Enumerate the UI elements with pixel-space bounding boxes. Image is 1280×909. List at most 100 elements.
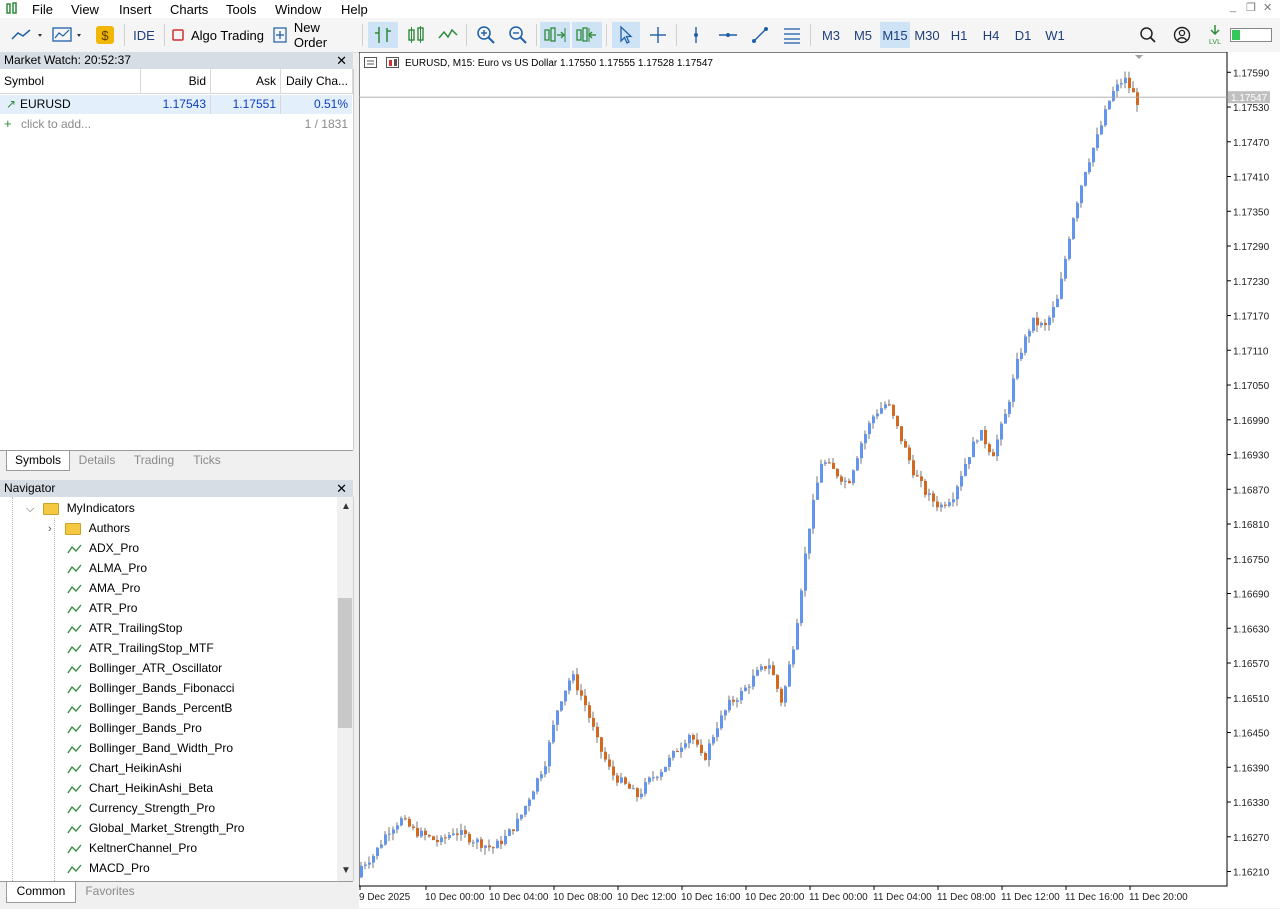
list-item[interactable]: Bollinger_Band_Width_Pro [66, 738, 233, 758]
menu-file[interactable]: File [32, 2, 53, 17]
menu-window[interactable]: Window [275, 2, 321, 17]
tab-common[interactable]: Common [6, 882, 76, 903]
candlestick-chart-button[interactable] [402, 22, 430, 48]
timeframe-m15[interactable]: M15 [880, 22, 910, 48]
list-item[interactable]: AMA_Pro [66, 578, 140, 598]
timeframe-d1[interactable]: D1 [1008, 22, 1038, 48]
menu-charts[interactable]: Charts [170, 2, 208, 17]
column-header-symbol[interactable]: Symbol [0, 69, 141, 94]
column-header-daily-change[interactable]: Daily Cha... [281, 69, 353, 94]
indicator-label: Chart_HeikinAshi_Beta [89, 781, 214, 795]
timeframe-h1[interactable]: H1 [944, 22, 974, 48]
bull-candle [420, 830, 423, 837]
add-symbol-row[interactable]: + click to add... 1 / 1831 [0, 114, 352, 134]
scroll-up-icon[interactable]: ▲ [341, 501, 351, 512]
chart-symbol-icon[interactable] [386, 57, 400, 69]
chevron-down-icon[interactable]: ⌵ [26, 499, 40, 519]
list-item[interactable]: Bollinger_ATR_Oscillator [66, 658, 222, 678]
list-item[interactable]: Bollinger_Bands_PercentB [66, 698, 232, 718]
timeframe-m5[interactable]: M5 [848, 22, 878, 48]
menu-view[interactable]: View [71, 2, 99, 17]
algo-trading-button[interactable]: Algo Trading [170, 22, 264, 48]
timeframe-h4[interactable]: H4 [976, 22, 1006, 48]
list-item[interactable]: Currency_Strength_Pro [66, 798, 215, 818]
list-item[interactable]: ATR_TrailingStop [66, 618, 182, 638]
crosshair-button[interactable] [644, 22, 672, 48]
tab-details[interactable]: Details [72, 451, 122, 470]
list-item[interactable]: Bollinger_Bands_Pro [66, 718, 202, 738]
scrollbar-thumb[interactable] [338, 598, 352, 728]
price-tick-label: 1.16510 [1233, 694, 1270, 705]
plot-area[interactable] [359, 52, 1228, 887]
chart-list-icon[interactable] [364, 57, 378, 69]
bull-candle [820, 463, 823, 483]
tab-ticks[interactable]: Ticks [186, 451, 228, 470]
list-item[interactable]: ALMA_Pro [66, 558, 147, 578]
timeframe-w1[interactable]: W1 [1040, 22, 1070, 48]
list-item[interactable]: Bollinger_Bands_Fibonacci [66, 678, 234, 698]
menu-tools[interactable]: Tools [226, 2, 256, 17]
column-header-bid[interactable]: Bid [141, 69, 211, 94]
list-item[interactable]: ATR_Pro [66, 598, 137, 618]
trendline-button[interactable] [746, 22, 774, 48]
bull-candle [524, 805, 527, 815]
chart-shift-button[interactable] [572, 22, 602, 48]
zoom-out-button[interactable] [504, 22, 532, 48]
ide-button[interactable]: IDE [130, 22, 158, 48]
vertical-line-button[interactable] [682, 22, 710, 48]
bull-candle [528, 799, 531, 806]
price-chart[interactable]: 1.17590 1.17530 1.17470 1.17410 1.17350 1.172… [359, 52, 1280, 908]
fibonacci-lines-icon [784, 28, 800, 44]
tab-favorites[interactable]: Favorites [80, 882, 140, 901]
channels-button[interactable] [778, 22, 806, 48]
scroll-down-icon[interactable]: ▼ [341, 865, 351, 876]
tab-trading[interactable]: Trading [127, 451, 181, 470]
horizontal-line-button[interactable] [714, 22, 742, 48]
close-icon[interactable]: ✕ [336, 480, 347, 497]
menu-insert[interactable]: Insert [119, 2, 152, 17]
column-header-ask[interactable]: Ask [211, 69, 281, 94]
folder-myindicators[interactable]: ⌵ MyIndicators [26, 498, 135, 518]
bear-candle [432, 836, 435, 840]
bear-candle [700, 744, 703, 754]
cursor-button[interactable] [612, 22, 640, 48]
list-item[interactable]: Global_Market_Strength_Pro [66, 818, 244, 838]
timeframe-m30[interactable]: M30 [912, 22, 942, 48]
chart-type-dropdown[interactable] [8, 22, 48, 48]
bull-candle [520, 814, 523, 819]
navigator-scrollbar[interactable]: ▲ ▼ [337, 497, 353, 881]
menu-help[interactable]: Help [341, 2, 368, 17]
account-button[interactable] [1170, 22, 1194, 48]
table-row[interactable]: ↗ EURUSD 1.17543 1.17551 0.51% [0, 95, 352, 114]
bull-candle [484, 845, 487, 848]
templates-dropdown[interactable] [50, 22, 90, 48]
zoom-in-button[interactable] [472, 22, 500, 48]
chevron-right-icon[interactable]: › [48, 519, 62, 539]
search-button[interactable] [1136, 22, 1160, 48]
close-window-icon[interactable]: ✕ [1263, 1, 1272, 14]
restore-icon[interactable]: ❐ [1246, 1, 1256, 14]
new-order-button[interactable]: New Order [272, 20, 356, 50]
line-chart-button[interactable] [434, 22, 462, 48]
bull-candle [372, 855, 375, 863]
price-tick-label: 1.17590 [1233, 68, 1270, 79]
list-item[interactable]: KeltnerChannel_Pro [66, 838, 197, 858]
market-button[interactable]: $ [94, 22, 116, 48]
bull-candle [716, 728, 719, 738]
timeframe-m3[interactable]: M3 [816, 22, 846, 48]
add-icon: + [4, 116, 12, 131]
auto-scroll-button[interactable] [540, 22, 570, 48]
time-tick-label: 10 Dec 20:00 [745, 892, 805, 903]
close-icon[interactable]: ✕ [336, 52, 347, 69]
list-item[interactable]: ATR_TrailingStop_MTF [66, 638, 214, 658]
tab-symbols[interactable]: Symbols [6, 451, 70, 471]
bear-candle [488, 845, 491, 848]
list-item[interactable]: ADX_Pro [66, 538, 139, 558]
list-item[interactable]: Chart_HeikinAshi_Beta [66, 778, 213, 798]
minimize-icon[interactable]: _ [1230, 1, 1236, 13]
list-item[interactable]: Chart_HeikinAshi [66, 758, 182, 778]
list-item[interactable]: MACD_Pro [66, 858, 150, 878]
folder-authors[interactable]: › Authors [48, 518, 130, 538]
bull-candle [1116, 84, 1119, 92]
bar-chart-button[interactable] [368, 22, 398, 48]
